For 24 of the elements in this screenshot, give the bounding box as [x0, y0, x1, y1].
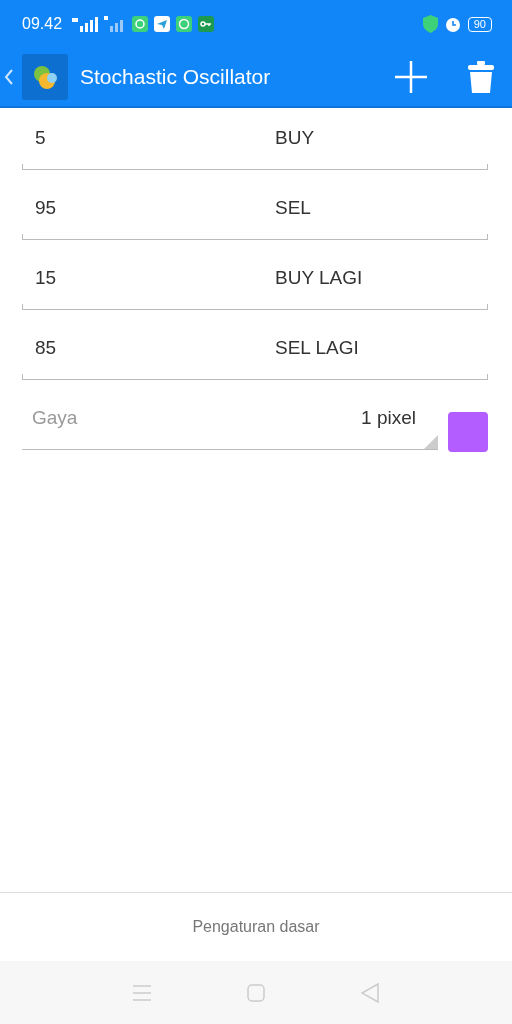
add-icon[interactable] [394, 60, 428, 94]
menu-icon[interactable] [133, 983, 151, 1002]
status-time: 09.42 [22, 15, 63, 33]
level-field[interactable]: 5 BUY [22, 127, 488, 170]
back-icon[interactable] [4, 68, 14, 86]
app-icon [132, 16, 149, 32]
app-logo-icon [22, 54, 68, 100]
key-icon [198, 16, 215, 32]
level-field[interactable]: 85 SEL LAGI [22, 337, 488, 380]
trash-icon[interactable] [468, 61, 494, 93]
style-dropdown[interactable]: Gaya 1 pixel [22, 407, 438, 450]
signal-icon [72, 16, 99, 32]
dropdown-corner-icon [424, 435, 438, 449]
basic-settings-tab[interactable]: Pengaturan dasar [192, 918, 320, 936]
level-field[interactable]: 95 SEL [22, 197, 488, 240]
alarm-clock-icon [443, 15, 462, 33]
level-field[interactable]: 15 BUY LAGI [22, 267, 488, 310]
paper-plane-icon [154, 16, 171, 32]
home-icon[interactable] [247, 983, 265, 1002]
back-icon[interactable] [361, 982, 379, 1003]
battery-indicator: 90 [467, 16, 492, 32]
shield-icon [422, 15, 438, 33]
color-swatch[interactable] [448, 412, 488, 452]
screen-title: Stochastic Oscillator [80, 65, 272, 89]
